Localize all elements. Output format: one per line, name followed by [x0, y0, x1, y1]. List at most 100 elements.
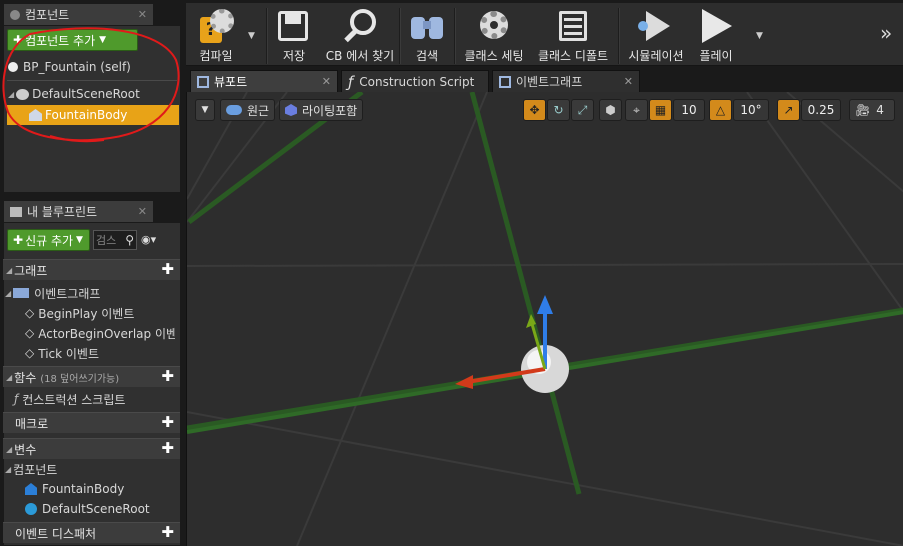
variable-item[interactable]: FountainBody: [25, 479, 124, 499]
toolbar: ? 컴파일 ▼ 저장 CB 에서 찾기 검색 클래스 세팅 클래스 디폴트 시뮬…: [186, 3, 903, 66]
eye-icon[interactable]: ◉▾: [141, 233, 156, 246]
event-graph-icon: [499, 75, 511, 88]
event-graph-item[interactable]: ◢ 이벤트그래프: [5, 283, 100, 303]
section-label: 매크로: [15, 416, 49, 431]
close-icon[interactable]: ✕: [624, 75, 633, 88]
scene-component-icon: [25, 503, 37, 515]
construction-label: 컨스트럭션 스크립트: [22, 392, 126, 407]
section-variables[interactable]: ◢ 변수 ✚: [3, 438, 180, 459]
event-item[interactable]: ◇ Tick 이벤트: [25, 343, 99, 363]
simulation-button[interactable]: 시뮬레이션: [626, 7, 686, 65]
search-button[interactable]: 검색: [406, 7, 448, 65]
scale-snap-toggle[interactable]: ↗: [777, 99, 800, 121]
section-label: 그래프: [14, 263, 48, 278]
class-defaults-label: 클래스 디폴트: [537, 49, 609, 63]
blueprint-tab-label: 내 블루프린트: [27, 205, 98, 219]
chevron-down-icon[interactable]: ▼: [756, 31, 763, 41]
event-diamond-icon: ◇: [25, 306, 35, 320]
viewport-grid: [187, 92, 903, 546]
grid-snap-value[interactable]: 10: [673, 99, 705, 121]
find-in-cb-button[interactable]: CB 에서 찾기: [324, 7, 396, 65]
components-category[interactable]: ◢ 컴포넌트: [5, 459, 57, 479]
static-mesh-icon: [25, 483, 37, 495]
construction-script-item[interactable]: ƒ 컨스트럭션 스크립트: [14, 389, 125, 409]
play-button[interactable]: 플레이: [694, 7, 738, 65]
book-icon: [10, 206, 22, 217]
camera-speed-button[interactable]: 🎥︎ 4: [849, 99, 895, 121]
viewport-options-button[interactable]: ▼: [195, 99, 215, 121]
lit-sphere-icon: [285, 104, 297, 116]
surface-snap-button[interactable]: ⌖: [625, 99, 648, 121]
rotation-snap-value[interactable]: 10°: [733, 99, 769, 121]
annotation-circle: [2, 27, 180, 143]
add-variable-icon[interactable]: ✚: [161, 441, 174, 456]
category-label: 컴포넌트: [13, 462, 58, 477]
play-icon: [696, 7, 736, 45]
more-toolbar-icon[interactable]: »: [880, 21, 892, 45]
add-macro-icon[interactable]: ✚: [161, 415, 174, 430]
variable-label: FountainBody: [42, 482, 125, 496]
gear-icon: [474, 7, 514, 45]
event-item[interactable]: ◇ ActorBeginOverlap 이벤: [25, 323, 175, 343]
world-local-button[interactable]: ⬢: [599, 99, 622, 121]
grid-snap-toggle[interactable]: ▦: [649, 99, 672, 121]
tab-viewport[interactable]: 뷰포트 ✕: [190, 70, 338, 92]
perspective-icon: [226, 105, 242, 115]
section-label: 이벤트 디스패처: [15, 526, 97, 541]
event-item[interactable]: ◇ BeginPlay 이벤트: [25, 303, 134, 323]
construction-tab-label: Construction Script: [359, 74, 475, 89]
add-dispatcher-icon[interactable]: ✚: [161, 525, 174, 540]
section-graph[interactable]: ◢ 그래프 ✚: [3, 259, 180, 280]
new-add-button[interactable]: ✚ 신규 추가 ▼: [7, 229, 90, 251]
simulate-icon: [636, 7, 676, 45]
add-function-icon[interactable]: ✚: [161, 369, 174, 384]
event-label: ActorBeginOverlap 이벤: [38, 326, 175, 341]
event-graph-icon: [13, 288, 30, 298]
close-icon[interactable]: ✕: [322, 75, 331, 88]
tab-construction-script[interactable]: ƒ Construction Script: [341, 70, 489, 92]
lighting-button[interactable]: 라이팅포함: [279, 99, 364, 121]
event-diamond-icon: ◇: [25, 346, 35, 360]
find-in-cb-label: CB 에서 찾기: [325, 49, 395, 63]
chevron-down-icon: ▼: [76, 235, 83, 245]
class-defaults-button[interactable]: 클래스 디폴트: [536, 7, 610, 65]
components-tab-icon: [10, 9, 20, 20]
search-box[interactable]: 검스 ⚲: [93, 230, 137, 250]
translate-tool-button[interactable]: ✥: [523, 99, 546, 121]
plus-icon: ✚: [13, 233, 24, 247]
event-diamond-icon: ◇: [25, 326, 35, 340]
event-graph-tab-label: 이벤트그래프: [516, 75, 583, 89]
camera-icon: 🎥︎: [855, 103, 871, 117]
rotate-tool-button[interactable]: ↻: [547, 99, 570, 121]
section-dispatchers[interactable]: 이벤트 디스패처 ✚: [3, 522, 180, 543]
viewport-grid-icon: [197, 75, 209, 88]
lighting-label: 라이팅포함: [302, 103, 358, 118]
viewport[interactable]: ▼ 원근 라이팅포함 ✥ ↻ ⤢ ⬢ ⌖ ▦ 10 △ 10° ↗ 0.25 🎥…: [186, 92, 903, 546]
class-settings-button[interactable]: 클래스 세팅: [461, 7, 527, 65]
checklist-icon: [553, 7, 593, 45]
save-button[interactable]: 저장: [274, 7, 314, 65]
binoculars-icon: [407, 7, 447, 45]
save-label: 저장: [282, 49, 306, 63]
functions-note: (18 덮어쓰기가능): [40, 373, 120, 385]
compile-button[interactable]: ? 컴파일: [192, 7, 240, 65]
perspective-button[interactable]: 원근: [220, 99, 276, 121]
chevron-down-icon[interactable]: ▼: [248, 31, 255, 41]
add-graph-icon[interactable]: ✚: [161, 262, 174, 277]
section-macros[interactable]: 매크로 ✚: [3, 412, 180, 433]
close-icon[interactable]: ✕: [138, 205, 147, 218]
section-label: 함수: [14, 370, 37, 385]
perspective-label: 원근: [247, 103, 270, 118]
scale-snap-value[interactable]: 0.25: [801, 99, 841, 121]
scale-tool-button[interactable]: ⤢: [571, 99, 594, 121]
tab-event-graph[interactable]: 이벤트그래프 ✕: [492, 70, 640, 92]
search-icon: ⚲: [125, 233, 134, 247]
tab-my-blueprint[interactable]: 내 블루프린트 ✕: [3, 200, 154, 222]
search-input[interactable]: 검스: [96, 232, 116, 248]
rotation-snap-toggle[interactable]: △: [709, 99, 732, 121]
simulation-label: 시뮬레이션: [628, 49, 684, 63]
variable-item[interactable]: DefaultSceneRoot: [25, 499, 150, 519]
section-functions[interactable]: ◢ 함수 (18 덮어쓰기가능) ✚: [3, 366, 180, 387]
search-label: 검색: [415, 49, 439, 63]
play-label: 플레이: [699, 49, 733, 63]
